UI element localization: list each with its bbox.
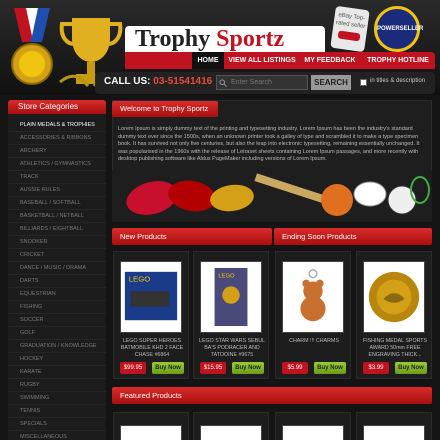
welcome-text: Lorem Ipsum is simply dummy text of the … [118, 126, 420, 163]
featured-card[interactable] [356, 412, 432, 440]
ebay-top-rated-badge: eBay Top-rated seller [330, 5, 370, 53]
category-item[interactable]: FISHING [8, 301, 106, 314]
category-item[interactable]: BASKETBALL / NETBALL [8, 210, 106, 223]
search-button[interactable]: SEARCH [311, 75, 351, 90]
category-item[interactable]: ACCESSORIES & RIBBONS [8, 132, 106, 145]
nav-trophy-hotline[interactable]: TROPHY HOTLINE [362, 52, 434, 69]
ebay-ribbon-icon [337, 30, 361, 42]
buy-now-button[interactable]: Buy Now [232, 362, 264, 374]
category-item[interactable]: ARCHERY [8, 145, 106, 158]
product-price: $99.95 [120, 362, 146, 374]
featured-image [200, 425, 262, 440]
ebay-badge-label: eBay Top-rated seller [335, 12, 366, 31]
category-item[interactable]: BASEBALL / SOFTBALL [8, 197, 106, 210]
product-card[interactable]: LEGO LEGO STAR WARS SEBUL BA'S PODRACER … [193, 251, 269, 379]
product-price: $5.99 [282, 362, 308, 374]
page: Trophy Sportz eBay Top-rated seller POWE… [0, 0, 440, 440]
nav-home[interactable]: HOME [192, 52, 224, 69]
category-item[interactable]: CRICKET [8, 249, 106, 262]
category-item[interactable]: SWIMMING [8, 392, 106, 405]
product-name[interactable]: CHARM !!! CHARMS [279, 338, 349, 360]
buy-now-button[interactable]: Buy Now [395, 362, 427, 374]
category-item[interactable]: EQUESTRIAN [8, 288, 106, 301]
category-item[interactable]: SPECIALS [8, 418, 106, 431]
category-item[interactable]: ATHLETICS / GYMNASTICS [8, 158, 106, 171]
product-card[interactable]: FISHING MEDAL SPORTS AWARD 50mm FREE ENG… [356, 251, 432, 379]
category-item[interactable]: PLAIN MEDALS & TROPHIES [8, 119, 106, 132]
welcome-title: Welcome to Trophy Sportz [112, 101, 218, 117]
site-title[interactable]: Trophy Sportz [135, 26, 284, 53]
category-item[interactable]: RUGBY [8, 379, 106, 392]
titles-description-checkbox[interactable] [360, 79, 367, 86]
product-name[interactable]: FISHING MEDAL SPORTS AWARD 50mm FREE ENG… [360, 338, 430, 360]
featured-card[interactable] [275, 412, 351, 440]
teddy-charm-image [282, 261, 344, 333]
product-card[interactable]: CHARM !!! CHARMS $5.99 Buy Now [275, 251, 351, 379]
sports-equipment-image [112, 170, 432, 222]
category-item[interactable]: MISCELLANEOUS [8, 431, 106, 440]
svg-text:LEGO: LEGO [129, 275, 151, 284]
sidebar-title: Store Categories [8, 100, 106, 114]
site-title-accent: Sportz [216, 26, 285, 52]
nav-view-all-listings[interactable]: VIEW ALL LISTINGS [228, 52, 296, 69]
powerseller-badge: POWERSELLER [374, 6, 424, 52]
call-us-label: CALL US: [104, 76, 151, 87]
category-item[interactable]: GRADUATION / KNOWLEDGE [8, 340, 106, 353]
featured-card[interactable] [193, 412, 269, 440]
buy-now-button[interactable]: Buy Now [152, 362, 184, 374]
category-item[interactable]: DARTS [8, 275, 106, 288]
titles-description-label: in titles & description [370, 78, 426, 84]
ending-soon-title: Ending Soon Products [274, 228, 432, 245]
category-item[interactable]: SNOOKER [8, 236, 106, 249]
buy-now-button[interactable]: Buy Now [314, 362, 346, 374]
category-item[interactable]: BILLIARDS / EIGHTBALL [8, 223, 106, 236]
category-item[interactable]: DANCE / MUSIC / DRAMA [8, 262, 106, 275]
new-products-title: New Products [112, 228, 272, 245]
call-us: CALL US: 03-51541416 [104, 76, 212, 87]
category-item[interactable]: TENNIS [8, 405, 106, 418]
search-icon [219, 79, 227, 87]
product-name[interactable]: LEGO STAR WARS SEBUL BA'S PODRACER AND T… [197, 338, 267, 360]
featured-image [363, 425, 425, 440]
category-item[interactable]: AUSSIE RULES [8, 184, 106, 197]
power-badge-label: POWERSELLER [377, 26, 424, 32]
category-item[interactable]: HOCKEY [8, 353, 106, 366]
svg-text:LEGO: LEGO [218, 274, 235, 280]
featured-products-title: Featured Products [112, 387, 432, 404]
medal-logo [11, 8, 53, 85]
phone-number: 03-51541416 [153, 76, 213, 87]
nav-my-feedback[interactable]: MY FEEDBACK [298, 52, 362, 69]
product-name[interactable]: LEGO SUPER HEROES BATMOBILE KHD 2 FACE C… [117, 338, 187, 360]
category-item[interactable]: SOCCER [8, 314, 106, 327]
lego-podracer-image: LEGO [200, 261, 262, 333]
search-input[interactable] [216, 75, 308, 90]
featured-image [120, 425, 182, 440]
site-title-main: Trophy [135, 26, 211, 52]
product-price: $15.95 [200, 362, 226, 374]
lego-batmobile-image: LEGO [120, 261, 182, 333]
category-item[interactable]: KARATE [8, 366, 106, 379]
featured-image [282, 425, 344, 440]
category-item[interactable]: GOLF [8, 327, 106, 340]
category-item[interactable]: TRACK [8, 171, 106, 184]
product-price: $3.99 [363, 362, 389, 374]
fishing-medal-image [363, 261, 425, 333]
featured-card[interactable] [113, 412, 189, 440]
product-card[interactable]: LEGO LEGO SUPER HEROES BATMOBILE KHD 2 F… [113, 251, 189, 379]
